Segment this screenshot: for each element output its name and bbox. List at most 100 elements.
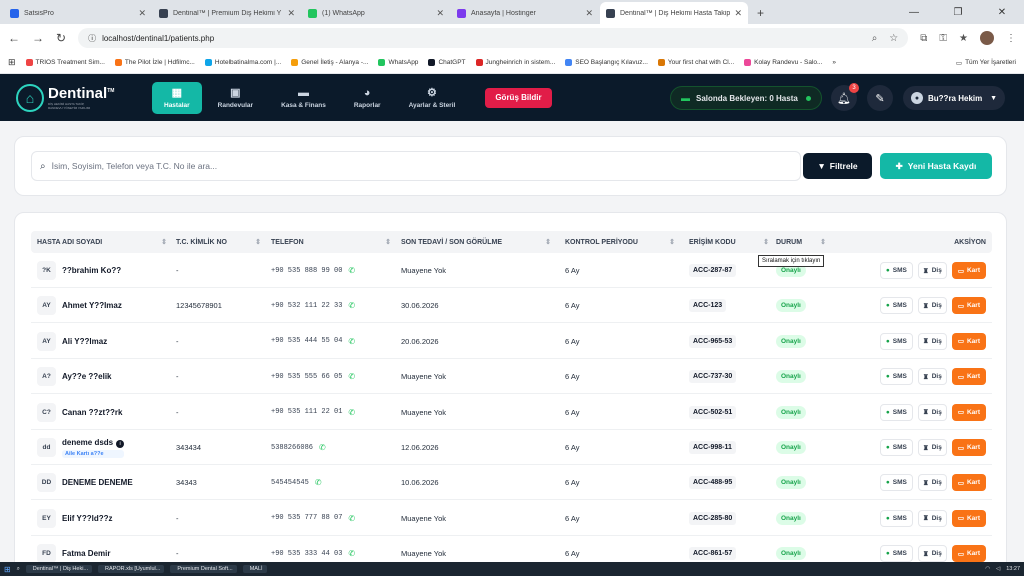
dentinal-logo[interactable]: ⌂ DentinalTM DİŞ HEKİMİ HASTA TAKİP, RAN…: [16, 83, 136, 112]
tooth-chart-button[interactable]: ♜ Diş: [917, 509, 947, 527]
sort-icon[interactable]: ⇕: [161, 238, 167, 246]
zoom-icon[interactable]: ⌕: [872, 33, 878, 44]
tooth-chart-button[interactable]: ♜ Diş: [917, 439, 947, 456]
patient-name[interactable]: Ali Y??lmaz: [62, 337, 107, 346]
taskbar-app[interactable]: RAPOR.xls [Uyumlul...: [98, 565, 165, 573]
more-bookmarks-icon[interactable]: »: [832, 59, 836, 66]
profile-avatar[interactable]: [980, 31, 994, 45]
column-header[interactable]: DURUM ⇕: [776, 231, 826, 253]
reload-icon[interactable]: ↻: [56, 31, 66, 45]
sms-button[interactable]: ● SMS: [879, 262, 913, 279]
sort-icon[interactable]: ⇕: [669, 238, 675, 246]
tooth-chart-button[interactable]: ♜ Diş: [917, 297, 947, 315]
sort-icon[interactable]: ⇕: [545, 238, 551, 246]
column-header[interactable]: TELEFON ⇕: [271, 231, 391, 253]
tooth-chart-button[interactable]: ♜ Diş: [917, 474, 947, 492]
sort-icon[interactable]: ⇕: [763, 238, 769, 246]
taskbar-app[interactable]: Dentinal™ | Diş Heki...: [25, 565, 93, 573]
patient-name[interactable]: Ay??e ??elik: [62, 372, 112, 381]
sms-button[interactable]: ● SMS: [879, 439, 913, 456]
window-close-icon[interactable]: ✕: [980, 7, 1024, 18]
patient-card-button[interactable]: ▭ Kart: [951, 509, 986, 527]
apps-grid-icon[interactable]: ⊞: [8, 57, 16, 68]
phone-icon[interactable]: ✆: [315, 478, 322, 487]
sort-icon[interactable]: ⇕: [820, 238, 826, 246]
close-icon[interactable]: ✕: [734, 8, 742, 19]
browser-tab[interactable]: Dentinal™ | Diş Hekimi Hasta Takip ✕: [600, 2, 748, 24]
maximize-icon[interactable]: ❐: [936, 7, 980, 18]
sms-button[interactable]: ● SMS: [879, 403, 913, 421]
browser-tab[interactable]: (1) WhatsApp ✕: [302, 2, 450, 24]
nav-calendar[interactable]: ▣ Randevular: [206, 82, 265, 114]
minimize-icon[interactable]: —: [892, 7, 936, 18]
patient-name-cell[interactable]: C? Canan ??zt??rk: [37, 395, 122, 430]
patient-card-button[interactable]: ▭ Kart: [951, 403, 986, 421]
bookmark-item[interactable]: The Pilot İzle | Hdfilmc...: [114, 59, 195, 66]
taskbar-search-icon[interactable]: ⌕: [17, 566, 20, 573]
new-patient-button[interactable]: ✚ Yeni Hasta Kaydı: [880, 153, 992, 179]
browser-tab[interactable]: Anasayfa | Hostinger ✕: [451, 2, 599, 24]
phone-icon[interactable]: ✆: [348, 337, 355, 346]
browser-tab[interactable]: Dentinal™ | Premium Diş Hekimi Y ✕: [153, 2, 301, 24]
extensions-icon[interactable]: ⧉: [920, 33, 927, 44]
patient-name-cell[interactable]: A? Ay??e ??elik: [37, 359, 112, 394]
column-header[interactable]: SON TEDAVİ / SON GÖRÜLME ⇕: [401, 231, 551, 253]
info-icon[interactable]: i: [116, 439, 125, 448]
nav-patients[interactable]: ▦ Hastalar: [152, 81, 202, 114]
phone-icon[interactable]: ✆: [319, 443, 326, 452]
tooth-chart-button[interactable]: ♜ Diş: [917, 368, 947, 386]
star-icon[interactable]: ☆: [889, 33, 898, 44]
taskbar-app[interactable]: Premium Dental Soft...: [170, 565, 237, 573]
sms-button[interactable]: ● SMS: [879, 545, 913, 563]
profile-star-icon[interactable]: ★: [959, 33, 968, 44]
patient-name[interactable]: Ahmet Y??lmaz: [62, 301, 122, 310]
bookmark-item[interactable]: Jungheinrich in sistem...: [475, 59, 555, 66]
patient-name-cell[interactable]: ?K ??brahim Ko??: [37, 253, 121, 288]
phone-icon[interactable]: ✆: [348, 301, 355, 310]
windows-start-icon[interactable]: ⊞: [4, 565, 11, 574]
sort-icon[interactable]: ⇕: [255, 238, 261, 246]
patient-card-button[interactable]: ▭ Kart: [951, 297, 986, 315]
sms-button[interactable]: ● SMS: [879, 297, 913, 315]
tooth-chart-button[interactable]: ♜ Diş: [917, 262, 947, 279]
bookmark-item[interactable]: WhatsApp: [378, 59, 418, 66]
sms-button[interactable]: ● SMS: [879, 509, 913, 527]
bookmark-item[interactable]: Hotelbatinalma.com |...: [204, 59, 281, 66]
phone-icon[interactable]: ✆: [348, 266, 355, 275]
notifications-button[interactable]: 🔔︎ 3: [831, 83, 859, 111]
nav-wallet[interactable]: ▬ Kasa & Finans: [269, 82, 338, 114]
tooth-chart-button[interactable]: ♜ Diş: [917, 332, 947, 350]
bookmark-item[interactable]: Your first chat with Cl...: [657, 59, 734, 66]
patient-name[interactable]: DENEME DENEME: [62, 478, 133, 487]
volume-icon[interactable]: ◁: [996, 566, 1000, 572]
wifi-icon[interactable]: ◠: [985, 566, 990, 572]
clock[interactable]: 13:27: [1006, 566, 1020, 572]
phone-icon[interactable]: ✆: [348, 549, 355, 558]
site-info-icon[interactable]: ⓘ: [88, 33, 96, 44]
sms-button[interactable]: ● SMS: [879, 332, 913, 350]
url-field[interactable]: ⓘ localhost/dentinal1/patients.php ⌕ ☆: [78, 28, 909, 48]
patient-name[interactable]: Elif Y??ld??z: [62, 514, 113, 523]
patient-name[interactable]: Canan ??zt??rk: [62, 408, 122, 417]
patient-name-cell[interactable]: DD DENEME DENEME: [37, 465, 133, 500]
waiting-room-indicator[interactable]: ▬ Salonda Bekleyen: 0 Hasta: [670, 86, 822, 110]
browser-tab[interactable]: SatsisPro ✕: [4, 2, 152, 24]
edit-button[interactable]: ✎: [867, 85, 893, 111]
patient-card-button[interactable]: ▭ Kart: [951, 474, 986, 492]
column-header[interactable]: HASTA ADI SOYADI ⇕: [37, 231, 167, 253]
bookmark-item[interactable]: Kolay Randevu - Salo...: [744, 59, 822, 66]
sort-icon[interactable]: ⇕: [385, 238, 391, 246]
sms-button[interactable]: ● SMS: [879, 368, 913, 386]
tooth-chart-button[interactable]: ♜ Diş: [917, 545, 947, 563]
patient-name-cell[interactable]: AY Ali Y??lmaz: [37, 324, 107, 359]
close-icon[interactable]: ✕: [138, 8, 146, 19]
patient-search-input[interactable]: ⌕ İsim, Soyisim, Telefon veya T.C. No il…: [31, 151, 801, 181]
patient-name[interactable]: deneme dsds: [62, 438, 113, 447]
close-icon[interactable]: ✕: [287, 8, 295, 19]
forward-icon[interactable]: →: [32, 31, 44, 45]
phone-icon[interactable]: ✆: [348, 408, 355, 417]
patient-name-cell[interactable]: EY Elif Y??ld??z: [37, 501, 113, 536]
patient-card-button[interactable]: ▭ Kart: [951, 545, 986, 563]
back-icon[interactable]: ←: [8, 31, 20, 45]
column-header[interactable]: KONTROL PERİYODU ⇕: [565, 231, 675, 253]
